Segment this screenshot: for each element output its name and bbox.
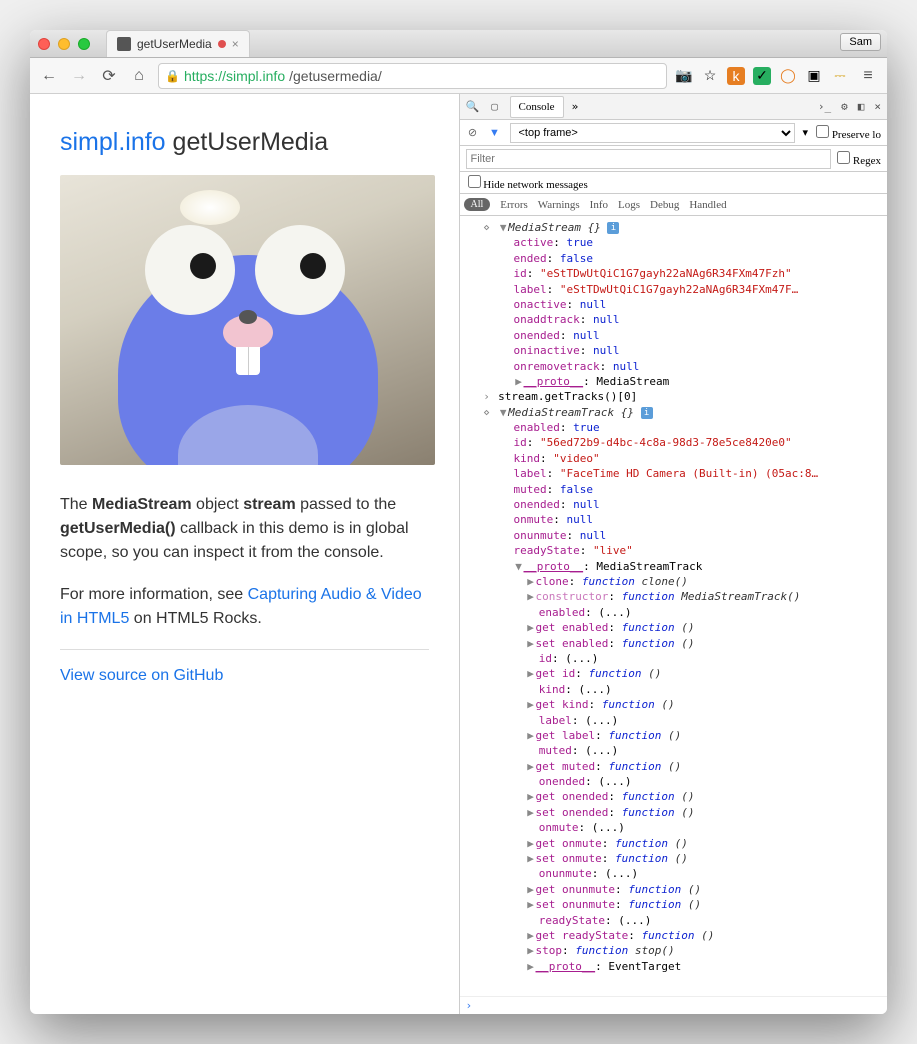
- forward-button[interactable]: →: [68, 65, 90, 87]
- inspect-icon[interactable]: 🔍: [466, 100, 480, 114]
- hide-network-label[interactable]: Hide network messages: [468, 175, 588, 191]
- regex-label[interactable]: Regex: [837, 151, 881, 167]
- devtools-toolbar: 🔍 ▢ Console » ›_ ⚙ ◧ ×: [460, 94, 888, 120]
- filter-all[interactable]: All: [464, 198, 491, 211]
- url-path: /getusermedia/: [289, 68, 382, 84]
- browser-tab[interactable]: getUserMedia ×: [106, 30, 250, 57]
- extension-icon-3[interactable]: ◯: [779, 67, 797, 85]
- devtools-panel: 🔍 ▢ Console » ›_ ⚙ ◧ × ⊘ ▼ <top frame> ▾…: [459, 94, 888, 1014]
- title-text: getUserMedia: [166, 128, 329, 156]
- console-output[interactable]: ⋄ ▼MediaStream {} i active: true ended: …: [460, 216, 888, 996]
- settings-gear-icon[interactable]: ⚙: [841, 100, 848, 113]
- more-tabs[interactable]: »: [572, 100, 579, 113]
- console-context-bar: ⊘ ▼ <top frame> ▾ Preserve lo: [460, 120, 888, 146]
- filter-handled[interactable]: Handled: [689, 199, 726, 211]
- extension-icon-1[interactable]: k: [727, 67, 745, 85]
- browser-window: getUserMedia × Sam ← → ⟳ ⌂ 🔒 https://sim…: [30, 30, 887, 1014]
- filter-warnings[interactable]: Warnings: [538, 199, 580, 211]
- title-link[interactable]: simpl.info: [60, 128, 166, 156]
- window-close-button[interactable]: [38, 38, 50, 50]
- drawer-icon[interactable]: ›_: [818, 100, 831, 113]
- clear-console-icon[interactable]: ⊘: [466, 126, 480, 140]
- github-link[interactable]: View source on GitHub: [60, 667, 223, 684]
- page-title: simpl.info getUserMedia: [60, 128, 429, 157]
- home-button[interactable]: ⌂: [128, 65, 150, 87]
- filter-info[interactable]: Info: [590, 199, 608, 211]
- extension-icon-2[interactable]: ✓: [753, 67, 771, 85]
- preserve-log-label[interactable]: Preserve lo: [816, 125, 881, 141]
- dock-icon[interactable]: ◧: [858, 100, 865, 113]
- profile-button[interactable]: Sam: [840, 33, 881, 51]
- filter-bar: Regex: [460, 146, 888, 172]
- console-object[interactable]: ⋄ ▼MediaStream {} i: [468, 220, 888, 235]
- video-preview: [60, 175, 435, 465]
- console-object[interactable]: ⋄ ▼MediaStreamTrack {} i: [468, 405, 888, 420]
- url-host: ://simpl.info: [214, 68, 285, 84]
- camera-permission-icon[interactable]: 📷: [675, 67, 693, 85]
- web-page: simpl.info getUserMedia The MediaStream …: [30, 94, 459, 1014]
- window-titlebar: getUserMedia × Sam: [30, 30, 887, 58]
- browser-toolbar: ← → ⟳ ⌂ 🔒 https://simpl.info/getusermedi…: [30, 58, 887, 94]
- url-scheme: https: [184, 68, 214, 84]
- filter-logs[interactable]: Logs: [618, 199, 640, 211]
- window-maximize-button[interactable]: [78, 38, 90, 50]
- device-icon[interactable]: ▢: [488, 100, 502, 114]
- context-dropdown-icon[interactable]: ▾: [803, 126, 809, 139]
- hide-network-checkbox[interactable]: [468, 175, 481, 188]
- console-tab[interactable]: Console: [510, 96, 564, 118]
- address-bar[interactable]: 🔒 https://simpl.info/getusermedia/: [158, 63, 667, 89]
- traffic-lights: [38, 38, 90, 50]
- paragraph-2: For more information, see Capturing Audi…: [60, 583, 429, 631]
- menu-button[interactable]: ≡: [857, 65, 879, 87]
- console-expr[interactable]: › stream.getTracks()[0]: [468, 389, 888, 404]
- paragraph-1: The MediaStream object stream passed to …: [60, 493, 429, 565]
- log-level-filters: All Errors Warnings Info Logs Debug Hand…: [460, 194, 888, 216]
- tab-title: getUserMedia: [137, 37, 212, 51]
- cast-icon[interactable]: ▣: [805, 67, 823, 85]
- bookmark-star-icon[interactable]: ☆: [701, 67, 719, 85]
- lock-icon: 🔒: [165, 69, 180, 83]
- regex-checkbox[interactable]: [837, 151, 850, 164]
- console-prompt[interactable]: ›: [460, 996, 888, 1014]
- recording-indicator-icon: [218, 40, 226, 48]
- reload-button[interactable]: ⟳: [98, 65, 120, 87]
- tab-close-icon[interactable]: ×: [232, 37, 239, 51]
- preserve-log-checkbox[interactable]: [816, 125, 829, 138]
- content-area: simpl.info getUserMedia The MediaStream …: [30, 94, 887, 1014]
- filter-funnel-icon[interactable]: ▼: [488, 126, 502, 140]
- toolbar-icons: 📷 ☆ k ✓ ◯ ▣ ⎓ ≡: [675, 65, 879, 87]
- back-button[interactable]: ←: [38, 65, 60, 87]
- filter-input[interactable]: [466, 149, 832, 169]
- hide-network-row: Hide network messages: [460, 172, 888, 194]
- tab-favicon: [117, 37, 131, 51]
- filter-errors[interactable]: Errors: [500, 199, 528, 211]
- extension-icon-4[interactable]: ⎓: [831, 67, 849, 85]
- divider: [60, 649, 429, 650]
- window-minimize-button[interactable]: [58, 38, 70, 50]
- devtools-close-icon[interactable]: ×: [874, 100, 881, 113]
- filter-debug[interactable]: Debug: [650, 199, 679, 211]
- context-select[interactable]: <top frame>: [510, 123, 795, 143]
